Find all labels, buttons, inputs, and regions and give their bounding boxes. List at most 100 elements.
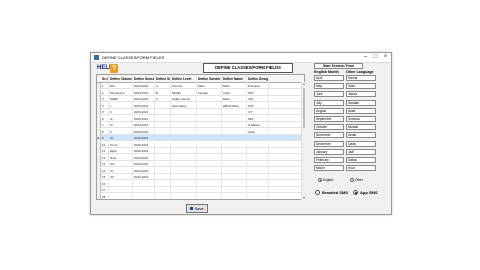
table-cell[interactable] [155,141,171,148]
other-month-field[interactable]: Sawr [346,83,376,90]
table-cell[interactable] [171,154,197,161]
table-cell[interactable]: XII [109,174,133,180]
table-cell[interactable] [247,167,269,174]
column-header[interactable]: Define Session [133,75,155,83]
english-month-field[interactable]: October [314,124,344,131]
other-month-field[interactable]: Hamal [346,75,376,81]
grid-scrollbar[interactable]: ▲ ▼ [301,82,306,200]
table-cell[interactable] [197,161,222,167]
table-cell[interactable]: Secondary [171,102,197,109]
table-row[interactable]: 17 [97,187,304,193]
table-cell[interactable] [155,174,171,180]
other-radio[interactable]: Other [350,177,363,183]
table-cell[interactable] [197,193,222,199]
table-cell[interactable] [247,193,269,199]
table-cell[interactable]: VI [109,135,133,141]
table-cell[interactable]: Middle [171,89,197,96]
table-cell[interactable]: 18 [101,193,109,199]
table-cell[interactable] [197,102,222,109]
table-cell[interactable] [222,122,247,128]
table-cell[interactable]: 2020-2021 [133,154,155,161]
table-cell[interactable]: 2020-2021 [133,148,155,154]
table-row[interactable]: 13 Ten 2020-2021 [97,161,304,167]
table-cell[interactable]: Principal [247,83,269,89]
table-cell[interactable] [197,148,222,154]
table-row[interactable]: 3 PREP 2020-2021 C Higher Secon Bank JST [97,96,304,102]
table-cell[interactable]: SST [247,89,269,96]
table-cell[interactable]: Eight [109,148,133,154]
scroll-down-icon[interactable]: ▼ [302,196,306,200]
table-cell[interactable] [197,128,222,135]
english-month-field[interactable]: June [314,91,344,98]
table-cell[interactable]: H.Master [247,122,269,128]
table-cell[interactable] [197,115,222,122]
table-cell[interactable] [171,128,197,135]
table-cell[interactable] [155,154,171,161]
close-button[interactable]: × [381,53,390,62]
table-cell[interactable]: V [109,128,133,135]
table-cell[interactable]: Montessori [109,89,133,96]
table-row[interactable]: 16 [97,180,304,187]
other-month-field[interactable]: Asad [346,107,376,114]
table-cell[interactable] [155,128,171,135]
table-cell[interactable] [171,161,197,167]
table-cell[interactable]: 2020-2021 [133,174,155,180]
table-cell[interactable] [247,154,269,161]
table-cell[interactable]: 10 [101,141,109,148]
table-cell[interactable]: Ten [109,161,133,167]
table-cell[interactable]: I [109,102,133,109]
english-month-field[interactable]: November [314,132,344,139]
table-row[interactable]: ► 9 VI 2020-2021 [97,135,304,141]
table-cell[interactable] [155,148,171,154]
table-cell[interactable] [222,128,247,135]
table-cell[interactable] [171,135,197,141]
start-session-button[interactable]: Start Session From [314,63,363,69]
other-month-field[interactable]: Sunbula [346,116,376,122]
table-cell[interactable]: 12 [101,154,109,161]
table-cell[interactable]: 16 [101,180,109,187]
english-month-field[interactable]: August [314,107,344,114]
table-cell[interactable]: Male [197,83,222,89]
table-cell[interactable] [133,180,155,187]
table-cell[interactable] [197,141,222,148]
table-cell[interactable] [222,187,247,193]
table-row[interactable]: 10 Xxxxx 2020-2021 [97,141,304,148]
table-cell[interactable]: 11 [101,148,109,154]
table-row[interactable]: 6 III 2020-2021 PET [97,115,304,122]
column-header[interactable]: Define Gender [197,75,222,83]
table-cell[interactable] [247,161,269,167]
table-cell[interactable]: XI [109,167,133,174]
table-row[interactable]: 15 XII 2020-2021 [97,174,304,180]
table-cell[interactable] [222,161,247,167]
table-cell[interactable]: 13 [101,161,109,167]
table-cell[interactable] [197,122,222,128]
app-sms-radio[interactable]: App SMS [353,189,378,196]
table-cell[interactable] [171,141,197,148]
table-cell[interactable] [247,174,269,180]
table-cell[interactable] [222,148,247,154]
table-cell[interactable]: C [155,96,171,102]
other-month-field[interactable]: Hoot [346,165,376,172]
table-cell[interactable]: 7 [101,122,109,128]
table-cell[interactable]: Female [197,89,222,96]
table-cell[interactable]: 1 [101,83,109,89]
table-cell[interactable] [171,109,197,115]
table-cell[interactable] [222,154,247,161]
table-cell[interactable]: PET [247,115,269,122]
table-cell[interactable] [155,193,171,199]
table-row[interactable]: 5 II 2020-2021 OT [97,109,304,115]
table-cell[interactable]: B [155,89,171,96]
scroll-up-icon[interactable]: ▲ [302,82,306,86]
table-cell[interactable] [155,109,171,115]
table-cell[interactable]: Bank [222,83,247,89]
column-header[interactable]: Sr.# [101,75,109,83]
english-month-field[interactable]: July [314,99,344,106]
table-cell[interactable] [155,122,171,128]
table-cell[interactable]: 17 [101,187,109,193]
table-cell[interactable] [247,187,269,193]
table-cell[interactable] [171,193,197,199]
table-cell[interactable]: 2020-2021 [133,128,155,135]
table-cell[interactable] [197,109,222,115]
table-cell[interactable]: A [155,83,171,89]
table-cell[interactable]: 2020-2021 [133,115,155,122]
